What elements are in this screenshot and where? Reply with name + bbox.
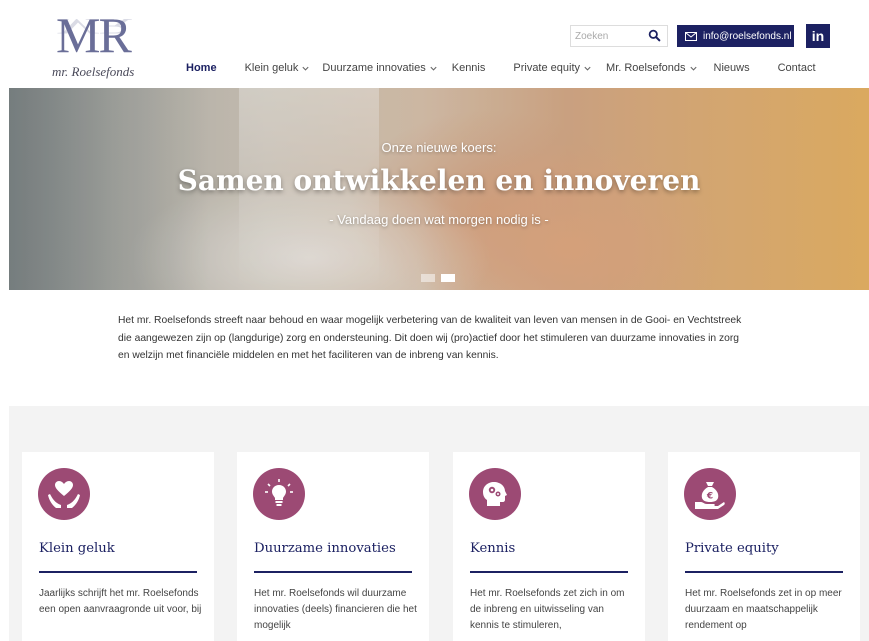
- logo-text: mr. Roelsefonds: [52, 64, 135, 79]
- mail-icon: [685, 31, 697, 41]
- nav-label: Contact: [777, 62, 816, 74]
- chevron-down-icon: [689, 66, 697, 71]
- card-text: Het mr. Roelsefonds zet zich in om de in…: [470, 588, 625, 632]
- nav-label: Private equity: [513, 62, 581, 74]
- nav-label: Home: [186, 62, 217, 74]
- card-title: Kennis: [470, 541, 516, 556]
- card-divider: [470, 571, 628, 573]
- hero-subtitle: - Vandaag doen wat morgen nodig is -: [329, 212, 549, 227]
- card-duurzame-innovaties[interactable]: Duurzame innovaties Het mr. Roelsefonds …: [237, 452, 429, 641]
- nav-label: Mr. Roelsefonds: [606, 62, 686, 74]
- logo-reflection: MR: [56, 14, 130, 40]
- nav-label: Kennis: [451, 62, 486, 74]
- card-text: Het mr. Roelsefonds wil duurzame innovat…: [254, 588, 417, 632]
- intro-paragraph: Het mr. Roelsefonds streeft naar behoud …: [118, 315, 742, 361]
- search-input[interactable]: [575, 29, 645, 43]
- nav-item-kennis[interactable]: Kennis: [452, 62, 486, 74]
- linkedin-button[interactable]: in: [806, 24, 830, 48]
- main-nav: Home Klein geluk Duurzame innovaties Ken…: [186, 60, 816, 76]
- card-divider: [39, 571, 197, 573]
- nav-label: Duurzame innovaties: [322, 62, 426, 74]
- slider-dot[interactable]: [421, 274, 435, 282]
- chevron-down-icon: [430, 66, 437, 71]
- card-private-equity[interactable]: € Private equity Het mr. Roelsefonds zet…: [668, 452, 860, 641]
- linkedin-icon: in: [811, 28, 825, 44]
- card-divider: [685, 571, 843, 573]
- card-title: Duurzame innovaties: [254, 541, 396, 556]
- svg-text:€: €: [706, 492, 713, 502]
- nav-item-nieuws[interactable]: Nieuws: [714, 62, 750, 74]
- money-bag-icon: €: [684, 468, 736, 520]
- nav-label: Klein geluk: [244, 62, 299, 74]
- lightbulb-icon: [253, 468, 305, 520]
- hero-slider: Onze nieuwe koers: Samen ontwikkelen en …: [9, 88, 869, 290]
- nav-item-duurzame-innovaties[interactable]: Duurzame innovaties: [322, 62, 437, 74]
- nav-item-private-equity[interactable]: Private equity: [513, 62, 592, 74]
- search-icon[interactable]: [648, 29, 661, 42]
- nav-item-mr-roelsefonds[interactable]: Mr. Roelsefonds: [606, 62, 697, 74]
- card-title: Klein geluk: [39, 541, 115, 556]
- card-divider: [254, 571, 412, 573]
- nav-item-home[interactable]: Home: [186, 62, 217, 74]
- search-box: [570, 25, 668, 47]
- card-text: Jaarlijks schrijft het mr. Roelsefonds e…: [39, 588, 202, 616]
- chevron-down-icon: [584, 66, 591, 71]
- card-klein-geluk[interactable]: Klein geluk Jaarlijks schrijft het mr. R…: [22, 452, 214, 641]
- chevron-down-icon: [302, 66, 309, 71]
- slider-dot-active[interactable]: [441, 274, 455, 282]
- nav-label: Nieuws: [713, 62, 750, 74]
- slider-dots: [421, 274, 455, 282]
- nav-item-klein-geluk[interactable]: Klein geluk: [245, 62, 311, 74]
- heart-hands-icon: [38, 468, 90, 520]
- card-kennis[interactable]: Kennis Het mr. Roelsefonds zet zich in o…: [453, 452, 645, 641]
- card-title: Private equity: [685, 541, 779, 556]
- nav-item-contact[interactable]: Contact: [778, 62, 816, 74]
- hero-title: Samen ontwikkelen en innoveren: [177, 164, 701, 197]
- brain-gears-icon: [469, 468, 521, 520]
- email-label: info@roelsefonds.nl: [703, 30, 792, 42]
- hero-kicker: Onze nieuwe koers:: [381, 140, 497, 155]
- logo-mark: MR MR: [56, 7, 132, 63]
- site-logo[interactable]: MR MR mr. Roelsefonds: [50, 8, 150, 82]
- email-button[interactable]: info@roelsefonds.nl: [677, 25, 794, 47]
- site-header: MR MR mr. Roelsefonds info@roelsefonds.n…: [0, 0, 869, 88]
- card-text: Het mr. Roelsefonds zet in op meer duurz…: [685, 588, 842, 632]
